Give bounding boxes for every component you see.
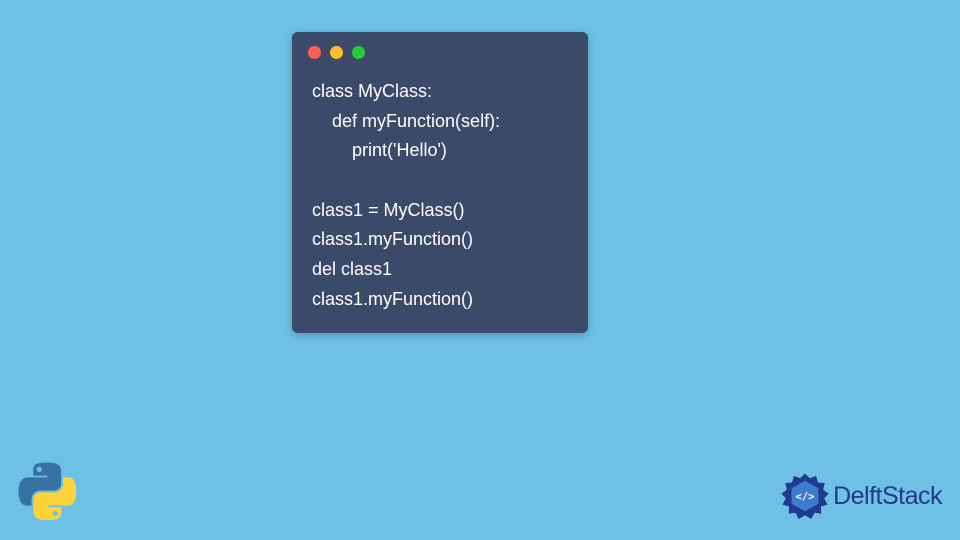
code-window: class MyClass: def myFunction(self): pri… xyxy=(292,32,588,333)
python-logo-icon xyxy=(18,462,76,520)
minimize-icon xyxy=(330,46,343,59)
window-titlebar xyxy=(292,32,588,63)
brand-name: DelftStack xyxy=(833,482,942,511)
code-block: class MyClass: def myFunction(self): pri… xyxy=(292,63,588,315)
svg-text:</>: </> xyxy=(796,491,815,503)
maximize-icon xyxy=(352,46,365,59)
delftstack-badge-icon: </> xyxy=(781,472,829,520)
close-icon xyxy=(308,46,321,59)
delftstack-logo: </> DelftStack xyxy=(781,472,942,520)
